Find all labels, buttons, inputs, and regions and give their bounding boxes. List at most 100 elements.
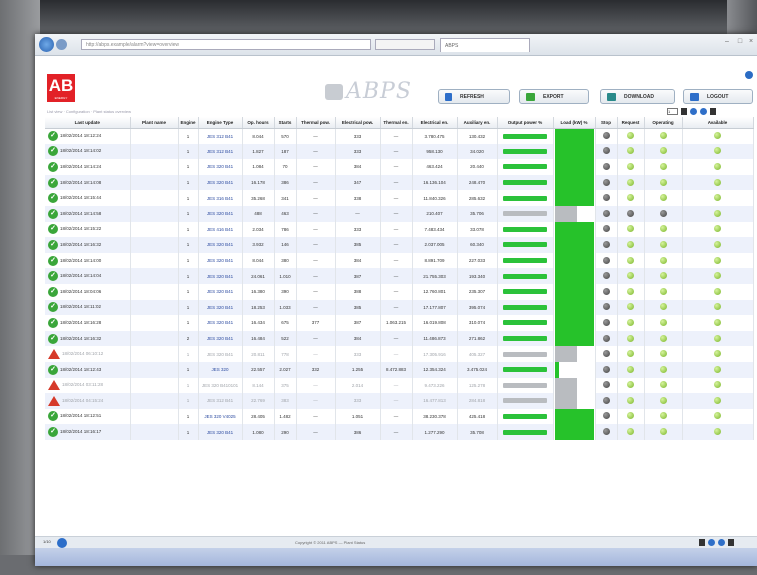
last-update-text: 18/02/2014 18:11:02 (60, 304, 101, 310)
column-header[interactable]: Available (682, 117, 754, 129)
browser-tab[interactable]: ABPS (440, 38, 530, 52)
column-header[interactable]: Thermal en. (380, 117, 413, 129)
operating-indicator-icon (659, 162, 667, 170)
engine-type-cell[interactable]: JES 320 B41 (198, 299, 243, 316)
last-update-cell: ✓ 18/02/2014 18:16:17 (45, 424, 131, 440)
last-page-icon[interactable] (728, 539, 734, 546)
export-button[interactable]: EXPORT (519, 89, 589, 104)
engine-type-cell[interactable]: JES 320 V4025 (198, 408, 243, 425)
column-header[interactable]: Operating (644, 117, 683, 129)
logout-button[interactable]: LOGOUT (683, 89, 753, 104)
engine-type-cell[interactable]: JES 320 B41 (198, 330, 243, 347)
table-row[interactable]: ✓ 18/02/2014 18:14:02 1 JES 312 B41 1.827 187… (45, 143, 754, 160)
column-header[interactable]: Last update (45, 117, 131, 129)
table-row[interactable]: ✓ 18/02/2014 18:15:22 1 JES 416 B41 2.034 786… (45, 221, 754, 238)
column-header[interactable]: Electrical pow. (335, 117, 381, 129)
column-header[interactable]: Request (617, 117, 645, 129)
table-row[interactable]: ✓ 18/02/2014 18:16:28 1 JES 320 B41 16.434 67… (45, 315, 754, 331)
next-page-icon[interactable] (718, 539, 725, 546)
table-row[interactable]: ✓ 18/02/2014 18:04:06 1 JES 320 B41 16.380 39… (45, 283, 754, 300)
column-header[interactable]: Plant name (130, 117, 179, 129)
table-row[interactable]: 18/02/2014 04:15:24 1 JES 312 B41 22.769 383… (45, 393, 754, 409)
load-fill-bar (554, 174, 594, 191)
column-header[interactable]: Auxiliary en. (457, 117, 498, 129)
close-icon[interactable]: × (745, 38, 757, 48)
thermal-energy-cell: — (380, 221, 413, 238)
minimize-icon[interactable]: – (721, 38, 733, 48)
stop-indicator-cell (595, 424, 618, 440)
table-row[interactable]: ✓ 18/02/2014 18:14:04 1 JES 320 B41 24.061 1.… (45, 268, 754, 284)
engine-type-cell[interactable]: JES 312 B41 (198, 143, 243, 160)
column-header[interactable]: Electrical en. (412, 117, 458, 129)
column-header[interactable]: Op. hours (242, 117, 275, 129)
electrical-energy-cell: 17.177.807 (412, 299, 458, 316)
engine-type-cell[interactable]: JES 320 (198, 361, 243, 378)
available-indicator-icon (714, 178, 721, 186)
column-header[interactable]: Stop (595, 117, 618, 129)
prev-page-icon[interactable] (690, 108, 697, 115)
engine-type-cell[interactable]: JES 320 B41 (198, 252, 243, 269)
table-row[interactable]: ✓ 18/02/2014 18:16:32 1 JES 320 B41 3.932 146… (45, 237, 754, 253)
back-icon[interactable] (39, 37, 54, 52)
table-row[interactable]: 18/02/2014 03:11:28 1 JES 320 B410101 8.144… (45, 377, 754, 394)
engine-type-cell[interactable]: JES 312 B41 (198, 393, 243, 409)
request-indicator-cell (617, 408, 645, 425)
table-row[interactable]: ✓ 18/02/2014 18:12:51 1 JES 320 V4025 28.405… (45, 408, 754, 425)
last-update-cell: 18/02/2014 06:10:12 (45, 346, 131, 362)
table-row[interactable]: ✓ 18/02/2014 18:15:44 1 JES 316 B41 35.268 34… (45, 190, 754, 206)
engine-type-cell[interactable]: JES 312 B41 (198, 128, 243, 144)
address-bar[interactable]: http://abps.example/alarm?view=overview (81, 39, 371, 50)
engine-type-cell[interactable]: JES 320 B41 (198, 205, 243, 222)
prev-page-icon[interactable] (708, 539, 715, 546)
column-header[interactable]: Engine (178, 117, 199, 129)
table-row[interactable]: ✓ 18/02/2014 18:12:24 1 JES 312 B41 8.044 570… (45, 128, 754, 144)
refresh-button[interactable]: REFRESH (438, 89, 510, 104)
page-input[interactable]: 1 (667, 108, 678, 115)
table-row[interactable]: ✓ 18/02/2014 18:14:58 1 JES 320 B41 488 463— —… (45, 205, 754, 222)
engine-type-cell[interactable]: JES 320 B410101 (198, 377, 243, 394)
engine-type-cell[interactable]: JES 320 B41 (198, 315, 243, 331)
search-box[interactable] (375, 39, 435, 50)
load-fill-bar (554, 346, 578, 362)
forward-icon[interactable] (56, 39, 67, 50)
table-row[interactable]: ✓ 18/02/2014 18:14:00 1 JES 320 B41 8.044 380… (45, 252, 754, 269)
download-button[interactable]: DOWNLOAD (600, 89, 675, 104)
table-row[interactable]: ✓ 18/02/2014 18:12:43 1 JES 320 22.557 2.027 3… (45, 361, 754, 378)
first-page-icon[interactable] (681, 108, 687, 115)
table-row[interactable]: ✓ 18/02/2014 18:16:32 2 JES 320 B41 16.484 52… (45, 330, 754, 347)
table-row[interactable]: 18/02/2014 06:10:12 1 JES 320 B41 20.811 778… (45, 346, 754, 362)
next-page-icon[interactable] (700, 108, 707, 115)
table-row[interactable]: ✓ 18/02/2014 18:11:02 1 JES 320 B41 18.253 1.… (45, 299, 754, 316)
column-header[interactable]: Starts (274, 117, 297, 129)
table-row[interactable]: ✓ 18/02/2014 18:14:24 1 JES 320 B41 1.084 70—… (45, 159, 754, 175)
available-indicator-icon (714, 225, 721, 233)
engine-type-cell[interactable]: JES 320 B41 (198, 283, 243, 300)
engine-type-cell[interactable]: JES 320 B41 (198, 346, 243, 362)
column-header[interactable]: Thermal pow. (296, 117, 336, 129)
table-row[interactable]: ✓ 18/02/2014 18:16:17 1 JES 320 B41 1.080 290… (45, 424, 754, 440)
operating-indicator-cell (644, 143, 683, 160)
operating-indicator-cell (644, 159, 683, 175)
engine-type-cell[interactable]: JES 320 B41 (198, 237, 243, 253)
output-power-bar (503, 304, 547, 310)
column-header[interactable]: Output power % (497, 117, 554, 129)
engine-type-cell[interactable]: JES 320 B41 (198, 424, 243, 440)
table-row[interactable]: ✓ 18/02/2014 18:14:08 1 JES 320 B41 16.178 38… (45, 174, 754, 191)
last-page-icon[interactable] (710, 108, 716, 115)
column-header[interactable]: Load (kW) % (553, 117, 596, 129)
engine-type-cell[interactable]: JES 316 B41 (198, 190, 243, 206)
globe-icon[interactable] (745, 71, 753, 79)
starts-cell: 375 (274, 377, 297, 394)
last-update-cell: ✓ 18/02/2014 18:14:08 (45, 174, 131, 191)
available-indicator-cell (682, 377, 754, 394)
output-power-cell (497, 143, 554, 160)
engine-type-cell[interactable]: JES 320 B41 (198, 159, 243, 175)
engine-type-cell[interactable]: JES 416 B41 (198, 221, 243, 238)
engine-type-cell[interactable]: JES 320 B41 (198, 268, 243, 284)
operating-indicator-cell (644, 268, 683, 284)
first-page-icon[interactable] (699, 539, 705, 546)
page-nav-icon[interactable] (57, 538, 67, 548)
column-header[interactable]: Engine Type (198, 117, 243, 129)
thermal-power-cell: — (296, 205, 336, 222)
engine-type-cell[interactable]: JES 320 B41 (198, 174, 243, 191)
